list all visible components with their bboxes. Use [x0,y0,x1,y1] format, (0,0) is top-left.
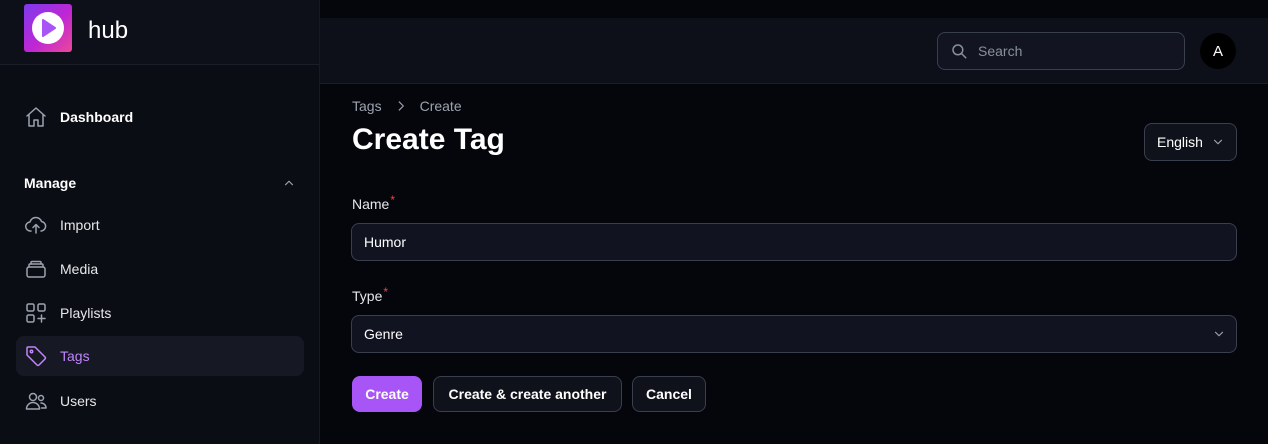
play-icon [32,12,64,44]
logo[interactable] [24,4,72,52]
chevron-right-icon [398,101,404,111]
name-label-text: Name [352,196,390,212]
page-title: Create Tag [352,123,505,156]
sidebar-group-label: Manage [24,175,77,191]
language-label: English [1157,134,1203,150]
search-box[interactable] [937,32,1185,70]
sidebar-item-dashboard[interactable]: Dashboard [16,97,304,137]
sidebar-item-label: Dashboard [60,109,134,125]
name-field-value: Humor [364,234,407,250]
squares-plus-icon [26,303,46,323]
language-switcher[interactable]: English [1144,123,1237,161]
tag-icon [26,346,47,367]
sidebar-item-label: Playlists [60,305,112,321]
type-label: Type* [352,285,389,304]
create-another-button[interactable]: Create & create another [433,376,622,412]
type-select[interactable]: Genre [351,315,1237,353]
create-button[interactable]: Create [352,376,422,412]
top-strip [320,0,1268,18]
breadcrumb: Tags Create [352,98,462,114]
required-marker: * [383,285,389,299]
name-field[interactable]: Humor [351,223,1237,261]
home-icon [26,107,46,127]
brand: hub [0,0,319,65]
chevron-down-icon [1214,331,1224,337]
breadcrumb-item-tags[interactable]: Tags [352,98,382,114]
avatar[interactable]: A [1200,33,1236,69]
sidebar-group-manage[interactable]: Manage [24,172,296,194]
sidebar-item-label: Tags [60,348,90,364]
sidebar-item-import[interactable]: Import [16,205,304,245]
cloud-upload-icon [25,216,47,234]
required-marker: * [390,193,396,207]
chevron-up-icon[interactable] [282,176,296,190]
sidebar-item-tags[interactable]: Tags [16,336,304,376]
sidebar-item-label: Users [60,393,97,409]
name-label: Name* [352,193,396,212]
search-input[interactable] [978,43,1168,59]
sidebar-item-label: Import [60,217,100,233]
brand-name: hub [88,17,129,44]
breadcrumb-item-create: Create [419,98,462,114]
sidebar: hub Dashboard Manage Import Media Playli… [0,0,320,444]
sidebar-item-users[interactable]: Users [16,381,304,421]
chevron-down-icon [1213,139,1223,145]
sidebar-item-media[interactable]: Media [16,249,304,289]
sidebar-item-label: Media [60,261,99,277]
search-icon [952,44,967,59]
sidebar-item-playlists[interactable]: Playlists [16,293,304,333]
type-label-text: Type [352,288,383,304]
type-select-value: Genre [364,326,403,342]
users-icon [25,392,47,410]
cancel-button[interactable]: Cancel [632,376,706,412]
topbar: A [320,18,1268,84]
stack-icon [26,260,46,278]
